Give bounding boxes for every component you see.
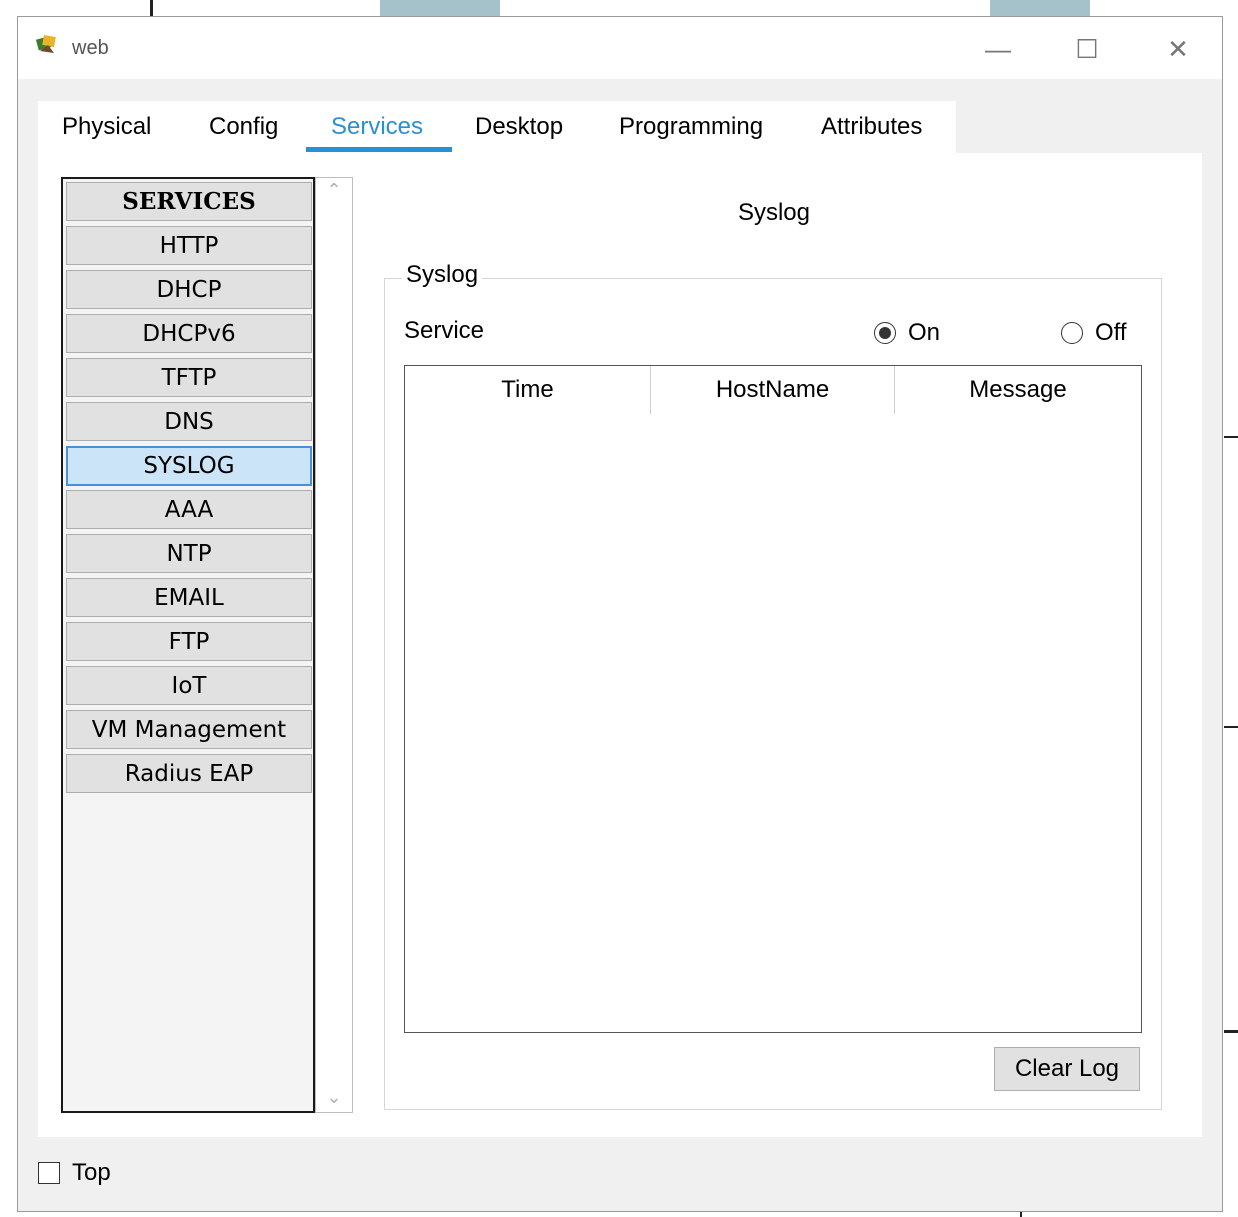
tab-services[interactable]: Services <box>331 113 423 141</box>
column-header-time[interactable]: Time <box>405 366 651 414</box>
tab-config[interactable]: Config <box>209 113 278 141</box>
device-window: web — ☐ ✕ Physical Config Services Deskt… <box>17 16 1223 1212</box>
title-bar[interactable]: web — ☐ ✕ <box>18 17 1222 79</box>
services-list: SERVICES HTTP DHCP DHCPv6 TFTP DNS SYSLO… <box>61 177 315 1113</box>
top-checkbox[interactable]: Top <box>38 1159 111 1187</box>
tab-attributes[interactable]: Attributes <box>821 113 922 141</box>
top-checkbox-label: Top <box>72 1159 111 1186</box>
service-item-email[interactable]: EMAIL <box>66 578 312 617</box>
background-line <box>1020 1212 1022 1217</box>
minimize-button[interactable]: — <box>976 27 1020 71</box>
packet-tracer-device-icon <box>35 35 56 53</box>
service-item-dns[interactable]: DNS <box>66 402 312 441</box>
radio-unselected-icon <box>1061 322 1083 344</box>
background-line <box>1224 726 1238 728</box>
clear-log-button[interactable]: Clear Log <box>994 1047 1140 1091</box>
services-header: SERVICES <box>66 182 312 221</box>
tab-physical[interactable]: Physical <box>62 113 151 141</box>
syslog-group-label: Syslog <box>402 261 483 289</box>
service-on-radio[interactable]: On <box>874 319 940 347</box>
tab-desktop[interactable]: Desktop <box>475 113 563 141</box>
background-line <box>1224 1030 1238 1033</box>
syslog-table[interactable]: Time HostName Message <box>404 365 1142 1033</box>
service-item-http[interactable]: HTTP <box>66 226 312 265</box>
service-item-dhcp[interactable]: DHCP <box>66 270 312 309</box>
scroll-up-icon[interactable]: ⌃ <box>316 180 352 201</box>
checkbox-unchecked-icon <box>38 1162 60 1184</box>
window-title: web <box>72 37 109 59</box>
background-graphic <box>990 0 1090 16</box>
column-header-hostname[interactable]: HostName <box>651 366 895 414</box>
service-item-tftp[interactable]: TFTP <box>66 358 312 397</box>
scroll-down-icon[interactable]: ⌄ <box>316 1087 352 1108</box>
service-item-dhcpv6[interactable]: DHCPv6 <box>66 314 312 353</box>
service-on-label: On <box>908 319 941 346</box>
service-item-ftp[interactable]: FTP <box>66 622 312 661</box>
background-line <box>150 0 153 16</box>
services-scrollbar[interactable]: ⌃ ⌄ <box>315 177 353 1113</box>
tab-programming[interactable]: Programming <box>619 113 763 141</box>
services-content: SERVICES HTTP DHCP DHCPv6 TFTP DNS SYSLO… <box>38 153 1202 1137</box>
service-item-ntp[interactable]: NTP <box>66 534 312 573</box>
maximize-button[interactable]: ☐ <box>1065 27 1109 71</box>
service-item-iot[interactable]: IoT <box>66 666 312 705</box>
panel-title: Syslog <box>737 199 811 226</box>
service-off-label: Off <box>1095 319 1127 346</box>
service-item-syslog[interactable]: SYSLOG <box>66 446 312 486</box>
service-item-radius-eap[interactable]: Radius EAP <box>66 754 312 793</box>
radio-selected-icon <box>874 322 896 344</box>
background-line <box>1224 436 1238 438</box>
service-item-aaa[interactable]: AAA <box>66 490 312 529</box>
tab-strip: Physical Config Services Desktop Program… <box>38 101 956 153</box>
service-off-radio[interactable]: Off <box>1061 319 1127 347</box>
service-item-vm-management[interactable]: VM Management <box>66 710 312 749</box>
close-button[interactable]: ✕ <box>1156 27 1200 71</box>
background-graphic <box>380 0 500 16</box>
service-label: Service <box>404 317 485 344</box>
column-header-message[interactable]: Message <box>895 366 1141 414</box>
active-tab-indicator <box>306 147 452 152</box>
